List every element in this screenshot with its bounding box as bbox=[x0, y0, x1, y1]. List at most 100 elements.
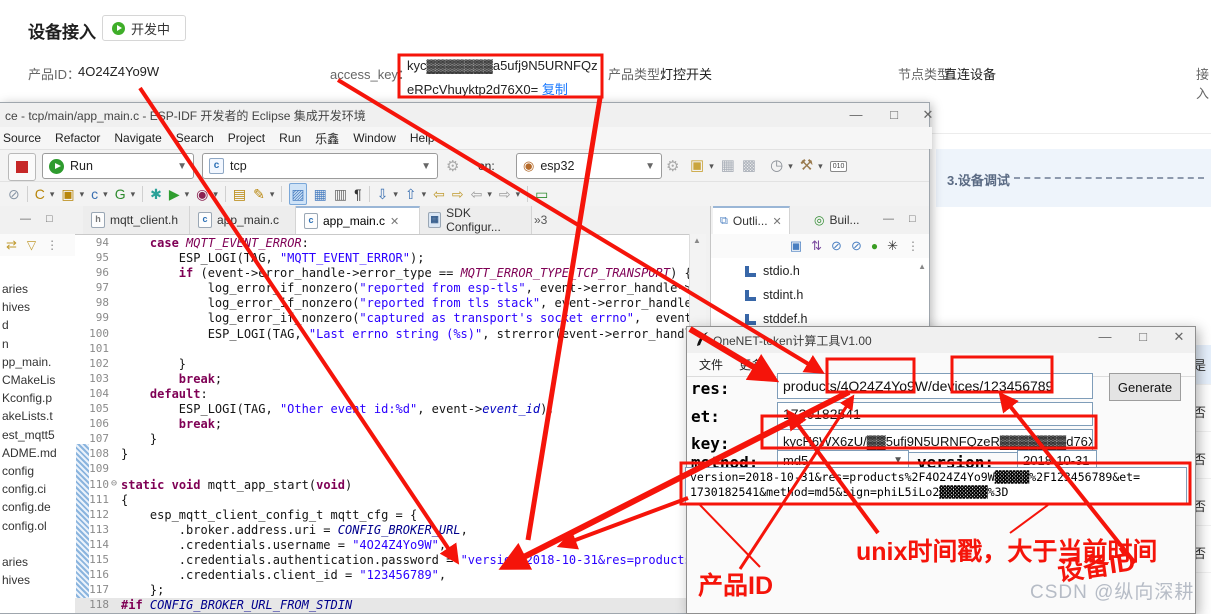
explorer-item[interactable]: pp_main. bbox=[2, 355, 51, 369]
menu-Search[interactable]: Search bbox=[176, 131, 214, 145]
close-icon[interactable]: ✕ bbox=[390, 215, 399, 228]
hide-inactive-icon[interactable]: ✳ bbox=[887, 238, 898, 254]
prev-annotation-icon[interactable]: ⇧ bbox=[405, 184, 417, 204]
close-icon[interactable]: ✕ bbox=[1165, 327, 1193, 347]
maximize-view-icon[interactable]: □ bbox=[46, 213, 53, 225]
editor-tab-SDK Configur...[interactable]: ▦ SDK Configur... bbox=[420, 206, 532, 234]
gear-icon[interactable]: ⚙ bbox=[666, 157, 679, 175]
sort-icon[interactable]: ⇅ bbox=[811, 238, 822, 254]
stop-button[interactable] bbox=[8, 153, 36, 181]
explorer-item[interactable]: Kconfig.p bbox=[2, 391, 52, 405]
et-input[interactable]: 1730182541 bbox=[777, 402, 1093, 426]
link-with-editor-icon[interactable]: ⇄ bbox=[6, 237, 17, 253]
menu-Project[interactable]: Project bbox=[228, 131, 265, 145]
menu-Help[interactable]: Help bbox=[410, 131, 435, 145]
outline-item[interactable]: stdint.h bbox=[745, 288, 803, 302]
hidden-editors-count[interactable]: »3 bbox=[534, 213, 547, 227]
res-input[interactable]: products/4O24Z4Yo9W/devices/123456789 bbox=[777, 373, 1093, 399]
editor-tab-app_main.c[interactable]: c app_main.c ✕ bbox=[296, 206, 420, 234]
scroll-up-icon[interactable]: ▲ bbox=[918, 262, 926, 271]
explorer-item[interactable]: CMakeLis bbox=[2, 373, 55, 387]
next-annotation-icon[interactable]: ⇩ bbox=[377, 184, 389, 204]
explorer-item[interactable]: aries bbox=[2, 282, 28, 296]
new-cfile-icon[interactable]: c bbox=[91, 184, 98, 204]
editor-tab-mqtt_client.h[interactable]: h mqtt_client.h bbox=[83, 206, 190, 234]
show-whitespace-icon[interactable]: ▥ bbox=[334, 184, 347, 204]
menu-Navigate[interactable]: Navigate bbox=[114, 131, 161, 145]
eclipse-titlebar[interactable]: ce - tcp/main/app_main.c - ESP-IDF 开发者的 … bbox=[0, 103, 933, 127]
menu-file[interactable]: 文件 bbox=[699, 356, 723, 373]
coverage-icon[interactable]: ◉ bbox=[196, 184, 208, 204]
maximize-icon[interactable]: □ bbox=[1129, 327, 1157, 347]
view-menu-icon[interactable]: ⋮ bbox=[46, 238, 58, 252]
menu-乐鑫[interactable]: 乐鑫 bbox=[315, 130, 339, 147]
generate-button[interactable]: Generate bbox=[1109, 373, 1181, 401]
build-icon[interactable]: ⚒ bbox=[800, 154, 813, 178]
scroll-up-icon[interactable]: ▲ bbox=[693, 236, 701, 245]
view-menu-icon[interactable]: ⋮ bbox=[907, 239, 919, 253]
run-icon[interactable]: ▶ bbox=[169, 184, 180, 204]
open-element-icon[interactable]: ▤ bbox=[233, 184, 246, 204]
edit-icon[interactable]: ✎ bbox=[253, 184, 265, 204]
save-icon[interactable]: ▦ bbox=[721, 154, 735, 178]
copy-access-key-link[interactable]: 复制 bbox=[542, 82, 568, 97]
back-gray-icon[interactable]: ⇦ bbox=[471, 184, 483, 204]
minimize-icon[interactable]: — bbox=[1091, 327, 1119, 347]
tab-outline[interactable]: ⧉ Outli... ✕ bbox=[713, 206, 790, 234]
filter-icon[interactable]: ▽ bbox=[27, 238, 36, 252]
target-device-combo[interactable]: ◉ esp32 ▼ bbox=[516, 153, 662, 179]
pin-editor-icon[interactable]: ▭ bbox=[535, 184, 548, 204]
menu-Refactor[interactable]: Refactor bbox=[55, 131, 100, 145]
explorer-item[interactable]: config.de bbox=[2, 500, 51, 514]
project-combo[interactable]: c tcp ▼ bbox=[202, 153, 438, 179]
pilcrow-icon[interactable]: ¶ bbox=[354, 184, 362, 204]
history-icon[interactable]: ◷ bbox=[770, 154, 783, 178]
menu-Window[interactable]: Window bbox=[353, 131, 396, 145]
explorer-item[interactable]: ADME.md bbox=[2, 446, 57, 460]
generate-icon[interactable]: G bbox=[115, 184, 126, 204]
explorer-item[interactable]: d bbox=[2, 318, 9, 332]
explorer-item[interactable]: est_mqtt5 bbox=[2, 428, 55, 442]
fold-icon[interactable]: ⊖ bbox=[111, 478, 117, 489]
explorer-item[interactable]: hives bbox=[2, 573, 30, 587]
skip-breakpoints-icon[interactable]: ⊘ bbox=[8, 184, 20, 204]
new-wizard-icon[interactable]: ▣ bbox=[690, 154, 704, 178]
explorer-item[interactable]: config bbox=[2, 464, 34, 478]
save-all-icon[interactable]: ▩ bbox=[742, 154, 756, 178]
maximize-icon[interactable]: □ bbox=[880, 105, 908, 125]
new-class-icon[interactable]: C bbox=[35, 184, 45, 204]
binary-icon[interactable]: 010 bbox=[829, 160, 848, 172]
token-titlebar[interactable]: OneNET-token计算工具V1.00 — □ ✕ bbox=[687, 327, 1195, 353]
minimize-view-icon[interactable]: — bbox=[883, 213, 894, 225]
hide-fields-icon[interactable]: ⊘ bbox=[831, 238, 842, 254]
launch-config-combo[interactable]: Run ▼ bbox=[42, 153, 194, 179]
debug-icon[interactable]: ✱ bbox=[150, 184, 162, 204]
back-icon[interactable]: ⇦ bbox=[433, 184, 445, 204]
menu-Source[interactable]: Source bbox=[3, 131, 41, 145]
minimize-view-icon[interactable]: — bbox=[20, 213, 31, 225]
hide-static-icon[interactable]: ⊘ bbox=[851, 238, 862, 254]
editor-tab-app_main.c[interactable]: c app_main.c bbox=[190, 206, 296, 234]
menu-more[interactable]: 更多 bbox=[739, 356, 763, 373]
outline-item[interactable]: stdio.h bbox=[745, 264, 800, 278]
mark-occurrences-icon[interactable]: ▨ bbox=[289, 183, 307, 205]
new-folder-icon[interactable]: ▣ bbox=[61, 184, 74, 204]
code-area[interactable]: 94 case MQTT_EVENT_ERROR: 95 ESP_LOGI(TAG… bbox=[75, 234, 706, 613]
explorer-item[interactable]: aries bbox=[2, 555, 28, 569]
link-editor-icon[interactable]: ▦ bbox=[314, 184, 327, 204]
explorer-item[interactable]: akeLists.t bbox=[2, 409, 53, 423]
outline-item[interactable]: stddef.h bbox=[745, 312, 807, 326]
menu-Run[interactable]: Run bbox=[279, 131, 301, 145]
gear-icon[interactable]: ⚙ bbox=[446, 157, 459, 175]
explorer-item[interactable]: hives bbox=[2, 300, 30, 314]
explorer-item[interactable]: config.ci bbox=[2, 482, 46, 496]
collapse-all-icon[interactable]: ▣ bbox=[790, 238, 802, 254]
explorer-item[interactable]: config.ol bbox=[2, 519, 47, 533]
close-icon[interactable]: ✕ bbox=[914, 105, 942, 125]
tab-build[interactable]: ◎ Buil... bbox=[807, 206, 867, 234]
close-icon[interactable]: ✕ bbox=[773, 215, 782, 228]
minimize-icon[interactable]: — bbox=[842, 105, 870, 125]
token-output[interactable]: version=2018-10-31&res=products%2F4O24Z4… bbox=[685, 467, 1187, 504]
maximize-view-icon[interactable]: □ bbox=[909, 213, 916, 225]
explorer-item[interactable]: n bbox=[2, 337, 9, 351]
